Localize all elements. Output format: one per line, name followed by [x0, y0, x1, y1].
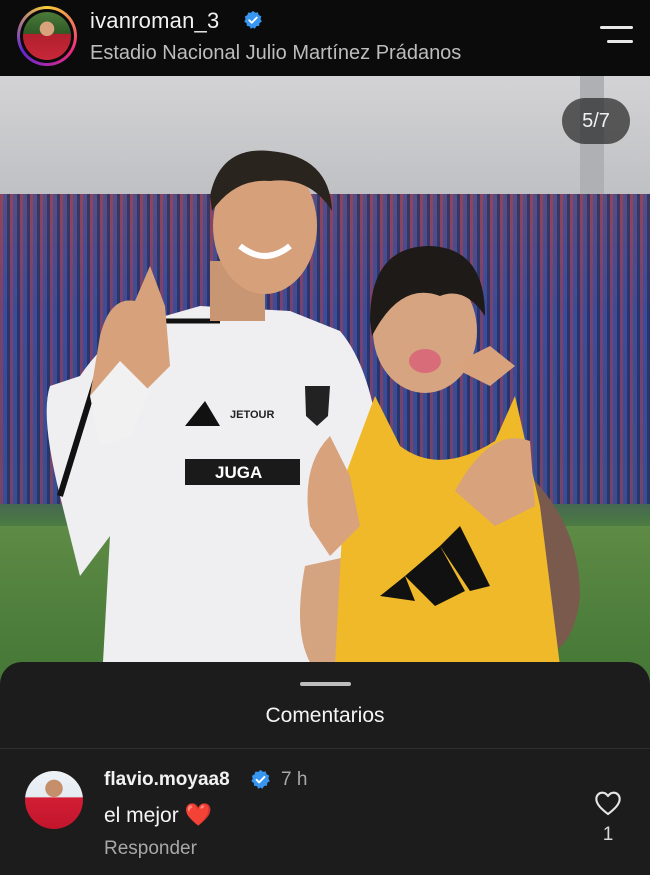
post-location[interactable]: Estadio Nacional Julio Martínez Prádanos [90, 42, 461, 65]
profile-avatar[interactable] [17, 6, 77, 66]
verified-badge-icon [251, 769, 270, 789]
reply-button[interactable]: Responder [104, 838, 197, 860]
verified-badge-icon [244, 10, 262, 29]
hamburger-menu-icon[interactable] [600, 26, 633, 48]
comments-title: Comentarios [265, 704, 385, 727]
heart-like-icon[interactable] [594, 790, 622, 816]
comment-text: el mejor ❤️ [104, 803, 212, 828]
comment-avatar[interactable] [25, 771, 83, 829]
heart-emoji-icon: ❤️ [184, 803, 212, 828]
like-count: 1 [602, 824, 614, 845]
jersey-sponsor-text-2: JUGA [215, 463, 262, 482]
post-photo[interactable]: JETOUR JUGA 5/7 [0, 76, 650, 716]
carousel-counter: 5/7 [562, 98, 630, 144]
sheet-drag-handle[interactable] [300, 682, 351, 686]
comment-body: el mejor [104, 804, 179, 827]
jersey-sponsor-text: JETOUR [230, 409, 274, 421]
comments-sheet: Comentarios flavio.moyaa8 7 h el mejor ❤… [0, 662, 650, 875]
comment-timestamp: 7 h [281, 769, 308, 790]
divider [0, 748, 650, 749]
post-username[interactable]: ivanroman_3 [90, 8, 219, 34]
comment-username[interactable]: flavio.moyaa8 [104, 769, 230, 791]
player-yellow-bib [300, 246, 580, 676]
post-header: ivanroman_3 Estadio Nacional Julio Martí… [0, 0, 650, 76]
